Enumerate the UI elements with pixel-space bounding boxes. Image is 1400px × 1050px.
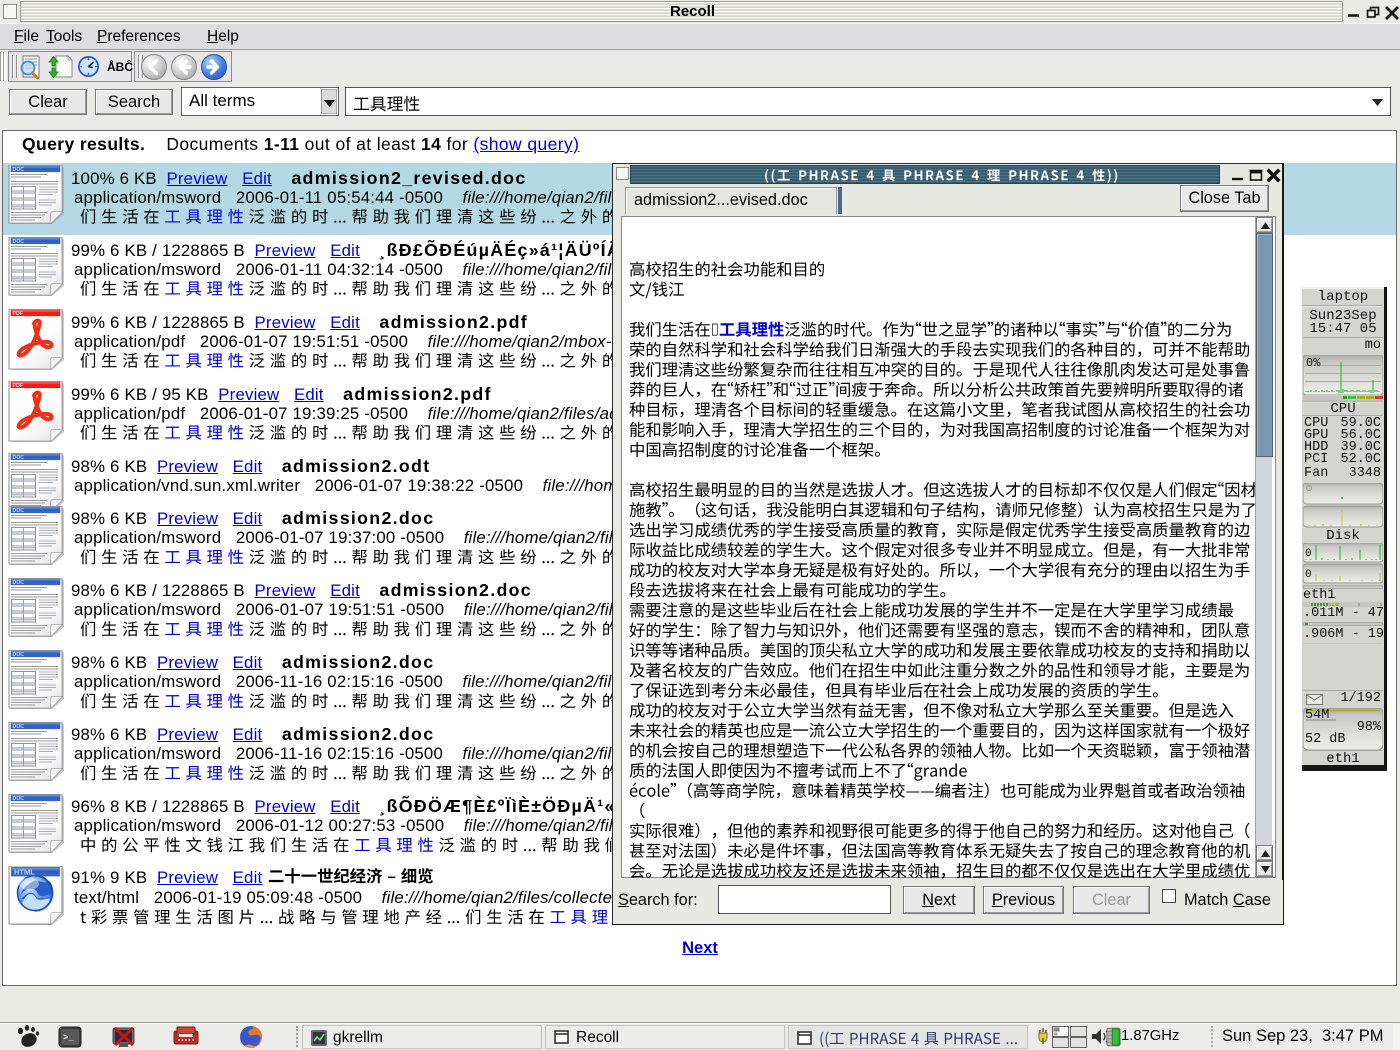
- svg-text:PDF: PDF: [13, 383, 23, 389]
- svg-text:0: 0: [1305, 548, 1312, 560]
- svg-text:DOC: DOC: [13, 580, 25, 586]
- svg-text:DOC: DOC: [13, 455, 25, 461]
- svg-text:DOC: DOC: [13, 508, 25, 514]
- svg-text:>_: >_: [63, 1033, 74, 1043]
- svg-text:DOC: DOC: [13, 724, 25, 730]
- svg-text:DOC: DOC: [13, 796, 25, 802]
- svg-text:PDF: PDF: [13, 311, 23, 317]
- svg-text:ÅBĈ: ÅBĈ: [107, 59, 133, 74]
- svg-text:DOC: DOC: [13, 239, 25, 245]
- svg-text:0: 0: [1305, 569, 1312, 581]
- svg-text:0%: 0%: [1306, 356, 1321, 370]
- svg-text:DOC: DOC: [13, 652, 25, 658]
- svg-text:DOC: DOC: [13, 167, 25, 173]
